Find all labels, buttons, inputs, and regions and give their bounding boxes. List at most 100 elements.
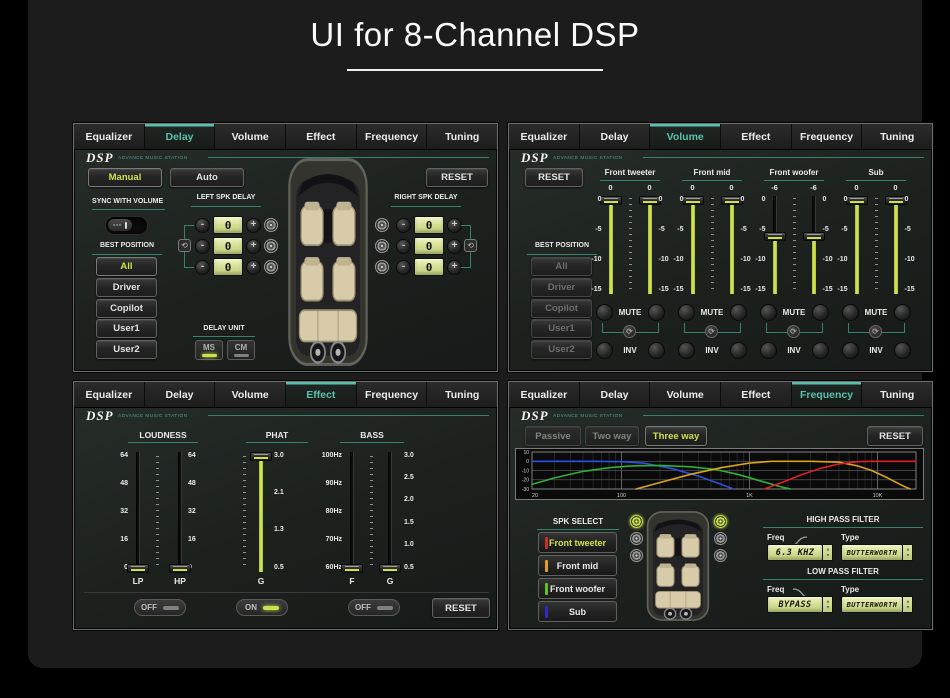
low-pass-filter-freq-spinner[interactable]: ▲ ▼ (823, 596, 833, 613)
volume-fader-front-mid-right[interactable] (720, 195, 743, 205)
tab-effect[interactable]: Effect (721, 124, 792, 149)
right-delay-1-minus-button[interactable]: - (396, 217, 411, 233)
inv-right-knob-front-woofer[interactable] (811, 342, 829, 359)
tab-equalizer[interactable]: Equalizer (74, 382, 145, 407)
tab-equalizer[interactable]: Equalizer (509, 124, 580, 149)
effect-slider-loudness-lp[interactable] (127, 563, 149, 573)
tab-equalizer[interactable]: Equalizer (74, 124, 145, 149)
effect-switch-loudness[interactable]: OFF (134, 599, 186, 616)
tab-delay[interactable]: Delay (144, 124, 216, 149)
effect-slider-loudness-hp[interactable] (169, 563, 191, 573)
best-position-driver[interactable]: Driver (531, 277, 592, 297)
spinner-up-arrow[interactable]: ▲ (905, 599, 909, 603)
mode-two-way-button[interactable]: Two way (585, 426, 639, 446)
best-position-user2[interactable]: User2 (96, 340, 157, 360)
volume-fader-front-woofer-right[interactable] (802, 231, 825, 241)
tab-tuning[interactable]: Tuning (427, 382, 497, 407)
best-position-user1[interactable]: User1 (531, 319, 592, 339)
delay-unit-cm-button[interactable]: CM (227, 340, 255, 360)
inv-right-knob-sub[interactable] (893, 342, 911, 359)
tab-equalizer[interactable]: Equalizer (509, 382, 580, 407)
tab-frequency[interactable]: Frequency (356, 124, 428, 149)
left-delay-link-icon[interactable]: ⟲ (178, 239, 191, 252)
right-delay-3-minus-button[interactable]: - (396, 259, 411, 275)
high-pass-filter-freq-value[interactable]: 6.3 KHZ (767, 544, 823, 561)
best-position-all[interactable]: All (96, 257, 157, 276)
tab-tuning[interactable]: Tuning (427, 124, 497, 149)
spinner-down-arrow[interactable]: ▼ (905, 605, 909, 609)
tab-volume[interactable]: Volume (650, 124, 722, 149)
right-delay-2-minus-button[interactable]: - (396, 238, 411, 254)
volume-fader-sub-right[interactable] (884, 195, 907, 205)
tab-delay[interactable]: Delay (144, 382, 216, 407)
channel-link-icon-front-mid[interactable]: ⟳ (705, 325, 718, 338)
mute-right-knob-front-woofer[interactable] (811, 304, 829, 321)
mode-passive-button[interactable]: Passive (525, 426, 581, 446)
low-pass-filter-type-spinner[interactable]: ▲ ▼ (903, 596, 913, 613)
left-delay-2-minus-button[interactable]: - (195, 238, 210, 254)
tab-volume[interactable]: Volume (650, 382, 722, 407)
effect-slider-phat-g[interactable] (250, 451, 272, 461)
right-delay-3-plus-button[interactable]: + (447, 259, 462, 275)
manual-button[interactable]: Manual (88, 168, 162, 187)
volume-fader-front-woofer-left[interactable] (763, 231, 786, 241)
effect-slider-bass-f[interactable] (341, 563, 363, 573)
high-pass-filter-type-value[interactable]: BUTTERWORTH (841, 544, 903, 561)
reset-button[interactable]: RESET (867, 426, 923, 446)
mute-right-knob-sub[interactable] (893, 304, 911, 321)
tab-volume[interactable]: Volume (215, 382, 287, 407)
tab-effect[interactable]: Effect (721, 382, 792, 407)
volume-fader-front-mid-left[interactable] (681, 195, 704, 205)
high-pass-filter-type-spinner[interactable]: ▲ ▼ (903, 544, 913, 561)
spk-select-front-mid-button[interactable]: Front mid (538, 555, 617, 576)
tab-effect[interactable]: Effect (286, 382, 357, 407)
inv-left-knob-front-mid[interactable] (677, 342, 695, 359)
right-delay-2-plus-button[interactable]: + (447, 238, 462, 254)
mute-left-knob-sub[interactable] (841, 304, 859, 321)
best-position-user2[interactable]: User2 (531, 340, 592, 360)
inv-left-knob-front-tweeter[interactable] (595, 342, 613, 359)
spinner-up-arrow[interactable]: ▲ (825, 599, 829, 603)
low-pass-filter-type-value[interactable]: BUTTERWORTH (841, 596, 903, 613)
mute-right-knob-front-mid[interactable] (729, 304, 747, 321)
mode-three-way-button[interactable]: Three way (645, 426, 707, 446)
tab-tuning[interactable]: Tuning (862, 124, 932, 149)
low-pass-filter-freq-value[interactable]: BYPASS (767, 596, 823, 613)
volume-fader-sub-left[interactable] (845, 195, 868, 205)
inv-left-knob-front-woofer[interactable] (759, 342, 777, 359)
channel-link-icon-sub[interactable]: ⟳ (869, 325, 882, 338)
best-position-user1[interactable]: User1 (96, 319, 157, 339)
inv-right-knob-front-mid[interactable] (729, 342, 747, 359)
best-position-driver[interactable]: Driver (96, 277, 157, 297)
effect-switch-phat[interactable]: ON (236, 599, 288, 616)
left-delay-2-plus-button[interactable]: + (246, 238, 261, 254)
tab-frequency[interactable]: Frequency (791, 382, 863, 407)
left-delay-1-plus-button[interactable]: + (246, 217, 261, 233)
tab-delay[interactable]: Delay (579, 124, 651, 149)
right-delay-link-icon[interactable]: ⟲ (464, 239, 477, 252)
delay-unit-ms-button[interactable]: MS (195, 340, 223, 360)
sync-with-volume-toggle[interactable] (105, 216, 148, 235)
mute-left-knob-front-tweeter[interactable] (595, 304, 613, 321)
best-position-copilot[interactable]: Copilot (96, 298, 157, 318)
inv-right-knob-front-tweeter[interactable] (647, 342, 665, 359)
reset-button[interactable]: RESET (426, 168, 488, 187)
tab-tuning[interactable]: Tuning (862, 382, 932, 407)
left-delay-3-plus-button[interactable]: + (246, 259, 261, 275)
spk-select-front-woofer-button[interactable]: Front woofer (538, 578, 617, 599)
reset-button[interactable]: RESET (432, 598, 490, 618)
mute-left-knob-front-woofer[interactable] (759, 304, 777, 321)
volume-fader-front-tweeter-left[interactable] (599, 195, 622, 205)
reset-button[interactable]: RESET (525, 168, 583, 187)
spk-select-front-tweeter-button[interactable]: Front tweeter (538, 532, 617, 553)
best-position-copilot[interactable]: Copilot (531, 298, 592, 318)
effect-switch-bass[interactable]: OFF (348, 599, 400, 616)
channel-link-icon-front-tweeter[interactable]: ⟳ (623, 325, 636, 338)
channel-link-icon-front-woofer[interactable]: ⟳ (787, 325, 800, 338)
high-pass-filter-freq-spinner[interactable]: ▲ ▼ (823, 544, 833, 561)
spk-select-sub-button[interactable]: Sub (538, 601, 617, 622)
volume-fader-front-tweeter-right[interactable] (638, 195, 661, 205)
tab-frequency[interactable]: Frequency (791, 124, 863, 149)
spinner-up-arrow[interactable]: ▲ (825, 547, 829, 551)
tab-frequency[interactable]: Frequency (356, 382, 428, 407)
